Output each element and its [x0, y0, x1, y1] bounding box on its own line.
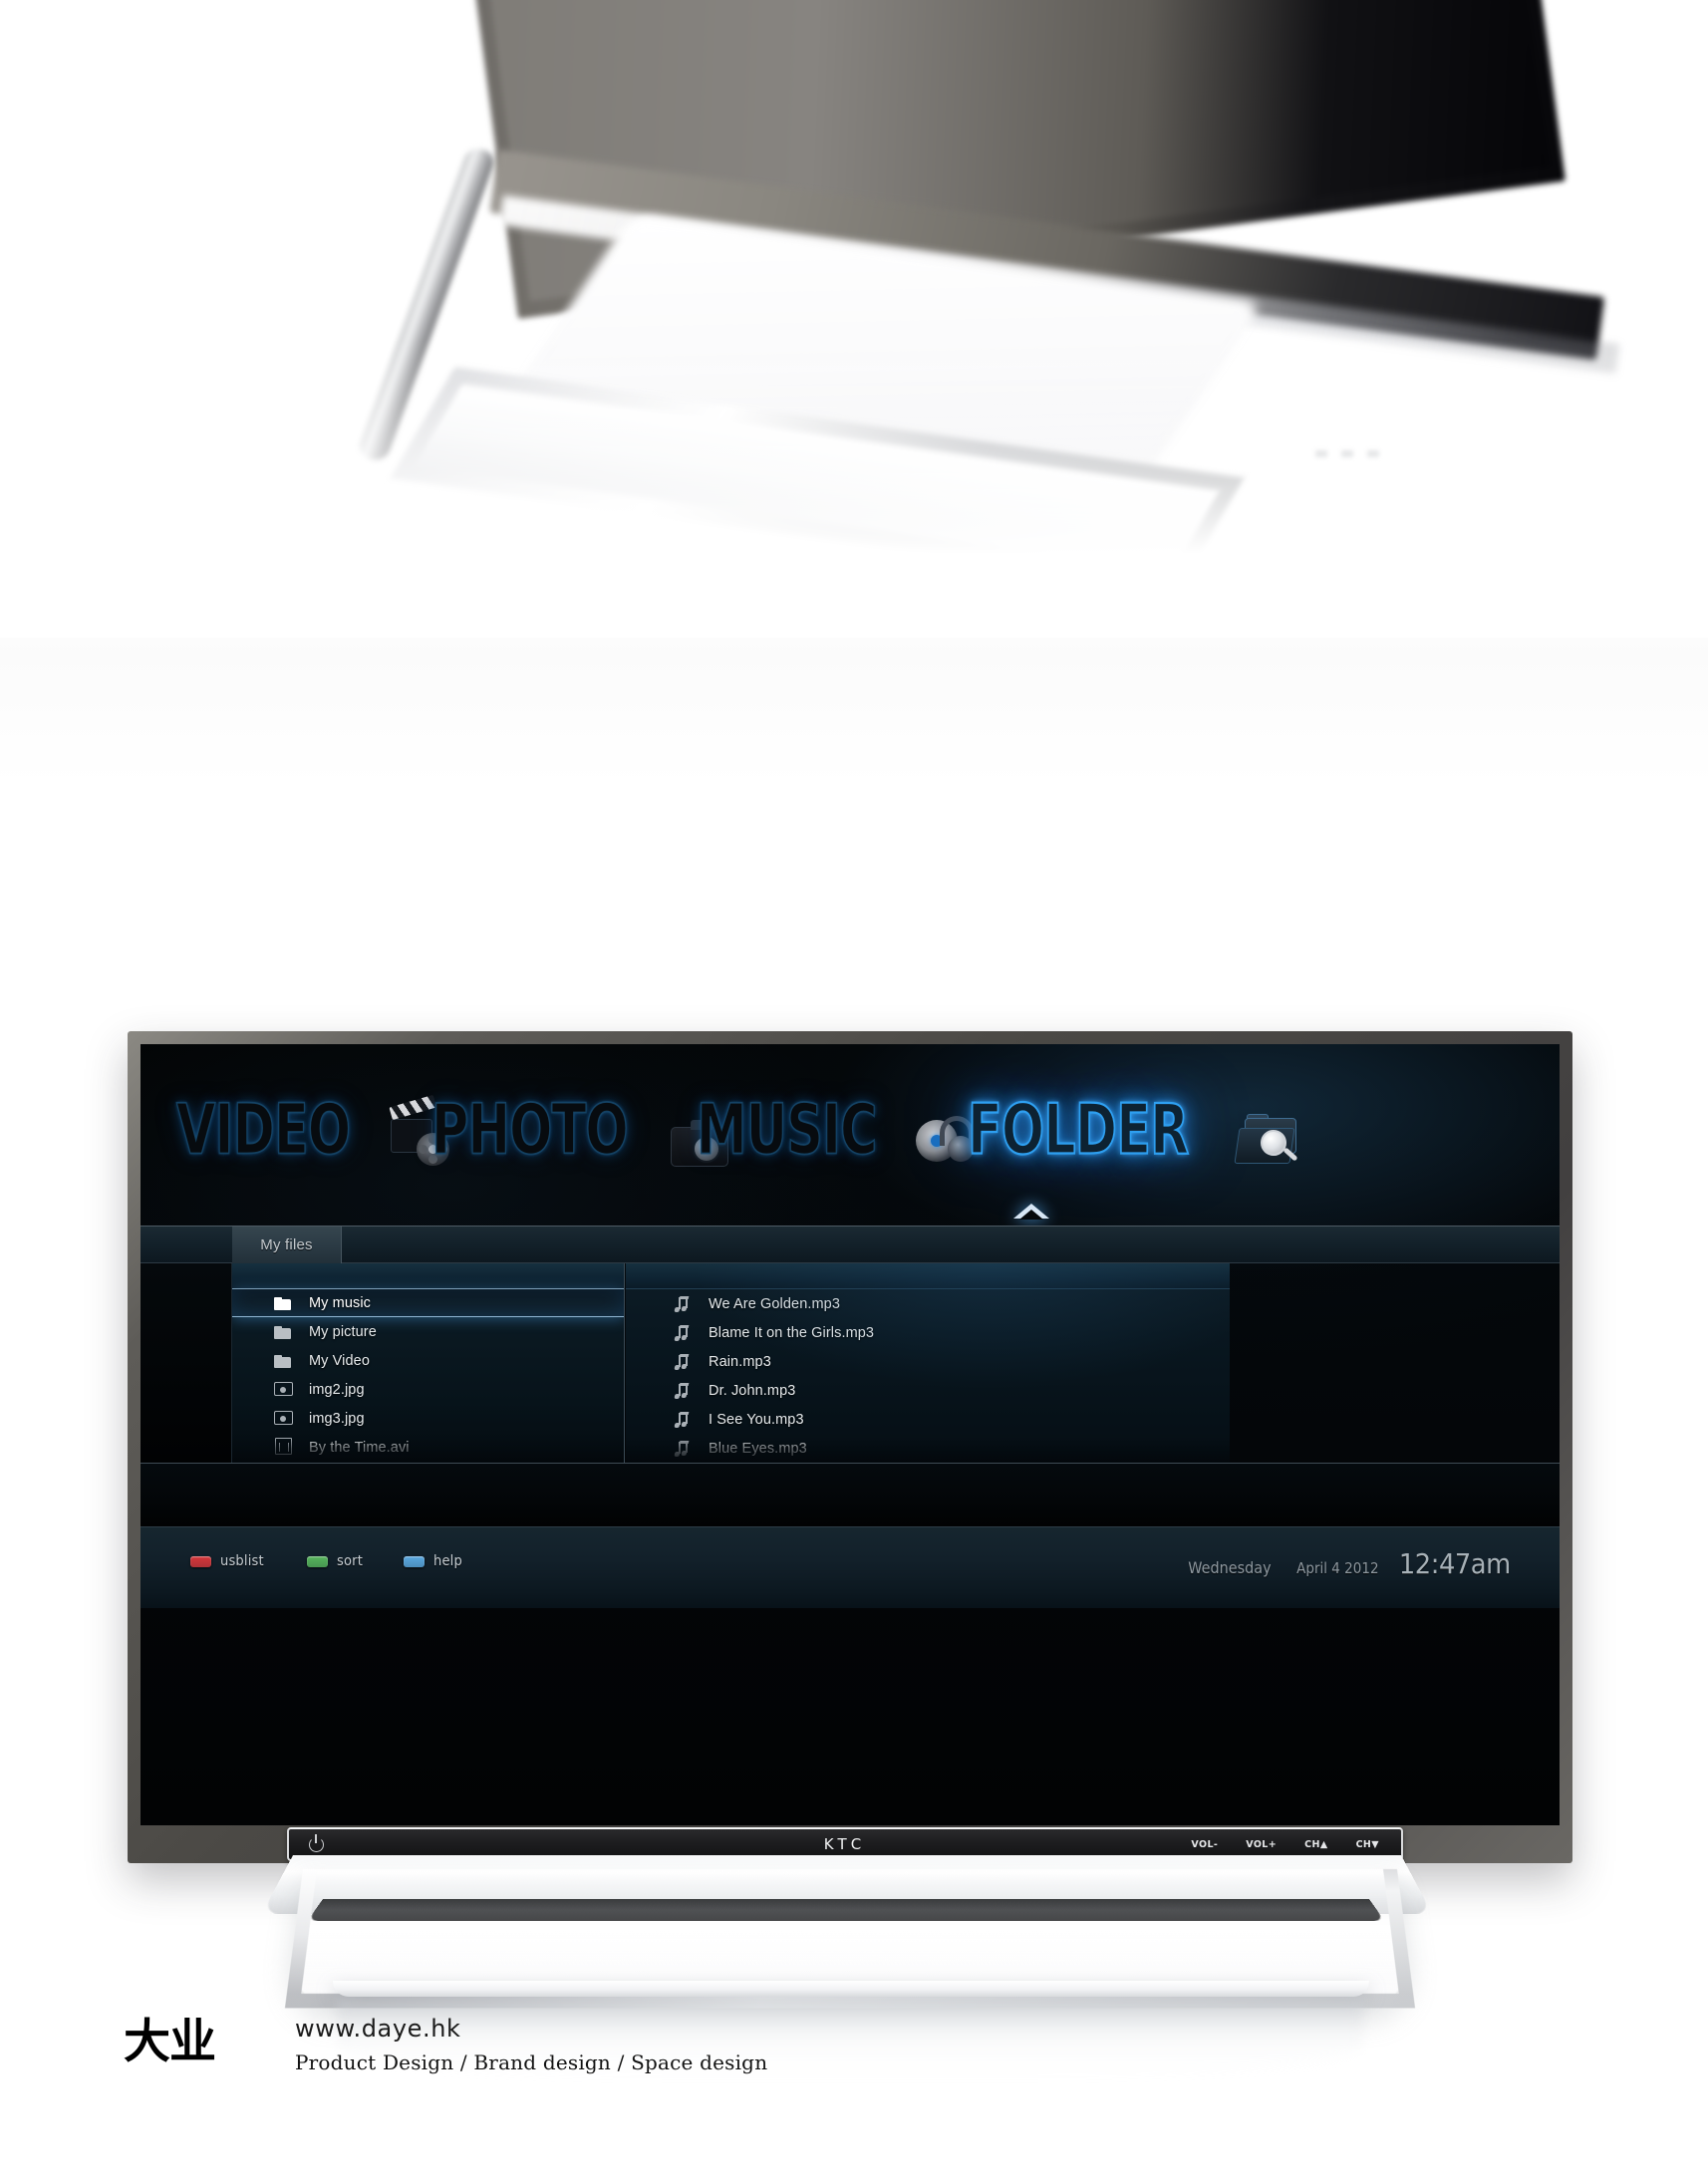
file-row[interactable]: By the Time.avi [232, 1433, 624, 1462]
hotkey-usblist[interactable]: usblist [190, 1553, 269, 1569]
clock-group: Wednesday April 4 2012 12:47am [1179, 1547, 1516, 1580]
page-root: VIDEO PHOTO MUSIC FOLDER My files My mus… [0, 0, 1708, 2184]
browser-left-gutter [141, 1263, 232, 1463]
osd-status-bar: usblist sort help Wednesday April 4 2012 1… [141, 1526, 1560, 1608]
osd-lower-band [141, 1463, 1560, 1526]
file-row-label: Blue Eyes.mp3 [709, 1440, 807, 1457]
file-row-label: img2.jpg [309, 1381, 365, 1398]
menu-item-folder[interactable]: FOLDER [967, 1070, 1302, 1190]
file-row[interactable]: Blue Eyes.mp3 [626, 1434, 1230, 1463]
file-list-right-header [626, 1263, 1230, 1289]
hotkey-help[interactable]: help [403, 1553, 465, 1569]
file-row[interactable]: My picture [232, 1317, 624, 1346]
footer-tagline: Product Design / Brand design / Space de… [295, 2050, 768, 2074]
folder-search-icon [1234, 1114, 1302, 1170]
tab-my-files[interactable]: My files [232, 1227, 342, 1263]
folder-icon [274, 1295, 291, 1310]
folder-icon [274, 1353, 291, 1368]
film-icon [274, 1438, 292, 1455]
file-list-right-items: We Are Golden.mp3 Blame It on the Girls.m… [626, 1289, 1230, 1463]
menu-item-music-label: MUSIC [696, 1088, 878, 1171]
tv-key-vol+[interactable]: VOL+ [1246, 1839, 1277, 1850]
file-row[interactable]: Dr. John.mp3 [626, 1376, 1230, 1405]
photo-icon [274, 1382, 293, 1397]
file-row-label: My Video [309, 1352, 370, 1369]
osd-main-menu: VIDEO PHOTO MUSIC FOLDER [141, 1044, 1560, 1226]
file-row-label: I See You.mp3 [709, 1411, 804, 1428]
folder-icon [274, 1324, 291, 1339]
footer: 大业 www.daye.hk Product Design / Brand de… [124, 2015, 1020, 2104]
tv-key-vol-[interactable]: VOL- [1191, 1839, 1218, 1850]
hotkey-color-chip [190, 1555, 211, 1567]
daye-logo: 大业 [124, 2015, 216, 2069]
footer-url[interactable]: www.daye.hk [295, 2015, 461, 2043]
file-row[interactable]: I See You.mp3 [626, 1405, 1230, 1434]
music-note-icon [674, 1383, 691, 1398]
file-row-label: My picture [309, 1323, 377, 1340]
tv-stand [128, 1855, 1572, 2078]
file-row[interactable]: img3.jpg [232, 1404, 624, 1433]
music-note-icon [674, 1354, 691, 1369]
file-row-label: By the Time.avi [309, 1439, 410, 1456]
file-list-left-items: My music My picture My Video img2.jpg img3.j… [232, 1288, 624, 1463]
file-row-label: Dr. John.mp3 [709, 1382, 796, 1399]
file-row[interactable]: My Video [232, 1346, 624, 1375]
music-note-icon [674, 1412, 691, 1427]
status-date: April 4 2012 [1295, 1559, 1379, 1577]
file-row-label: Rain.mp3 [709, 1353, 771, 1370]
file-list-right[interactable]: We Are Golden.mp3 Blame It on the Girls.m… [626, 1263, 1230, 1463]
file-row-label: We Are Golden.mp3 [709, 1295, 841, 1312]
file-row[interactable]: Rain.mp3 [626, 1347, 1230, 1376]
tv-key-ch[interactable]: CH▼ [1356, 1839, 1379, 1850]
file-row-label: My music [309, 1294, 372, 1311]
hotkey-color-chip [403, 1555, 425, 1567]
menu-item-photo-label: PHOTO [430, 1088, 629, 1171]
tv-key-ch[interactable]: CH▲ [1304, 1839, 1327, 1850]
stand-foot [333, 1981, 1369, 1997]
file-row[interactable]: My music [232, 1288, 624, 1317]
tv-screen: VIDEO PHOTO MUSIC FOLDER My files My mus… [141, 1044, 1560, 1825]
hotkey-group: usblist sort help [190, 1553, 465, 1569]
file-row[interactable]: Blame It on the Girls.mp3 [626, 1318, 1230, 1347]
osd-tab-bar: My files [141, 1226, 1560, 1263]
hotkey-label: usblist [220, 1553, 264, 1569]
menu-item-video-label: VIDEO [175, 1088, 351, 1171]
file-list-left-header [232, 1263, 624, 1289]
hero-product-photo [0, 0, 1708, 638]
menu-item-music[interactable]: MUSIC [696, 1070, 978, 1190]
power-icon[interactable] [309, 1833, 324, 1852]
hotkey-label: sort [336, 1553, 363, 1569]
menu-item-video[interactable]: VIDEO [175, 1070, 450, 1190]
file-row[interactable]: img2.jpg [232, 1375, 624, 1404]
tv-hardware-keys: VOL- VOL+ CH▲ CH▼ [1191, 1839, 1379, 1850]
status-day: Wednesday [1188, 1558, 1272, 1577]
file-row[interactable]: We Are Golden.mp3 [626, 1289, 1230, 1318]
photo-icon [274, 1411, 293, 1426]
file-row-label: img3.jpg [309, 1410, 365, 1427]
osd-browser: My music My picture My Video img2.jpg img3.j… [141, 1263, 1560, 1463]
hotkey-label: help [432, 1553, 462, 1569]
status-time: 12:47am [1399, 1547, 1512, 1580]
hotkey-sort[interactable]: sort [306, 1553, 366, 1569]
television: VIDEO PHOTO MUSIC FOLDER My files My mus… [128, 1031, 1572, 1863]
file-list-left[interactable]: My music My picture My Video img2.jpg img3.j… [232, 1263, 625, 1463]
menu-item-folder-label: FOLDER [967, 1088, 1190, 1171]
osd-interface: VIDEO PHOTO MUSIC FOLDER My files My mus… [141, 1044, 1560, 1825]
hero-bottom-fade [0, 339, 1708, 638]
music-note-icon [674, 1441, 691, 1456]
tab-my-files-label: My files [260, 1236, 313, 1253]
menu-item-photo[interactable]: PHOTO [430, 1070, 730, 1190]
menu-pointer-caret-icon [1013, 1204, 1049, 1220]
hotkey-color-chip [306, 1555, 328, 1567]
music-note-icon [674, 1325, 691, 1340]
music-note-icon [674, 1296, 691, 1311]
tv-brand-label: KTC [823, 1835, 867, 1853]
file-row-label: Blame It on the Girls.mp3 [709, 1324, 875, 1341]
